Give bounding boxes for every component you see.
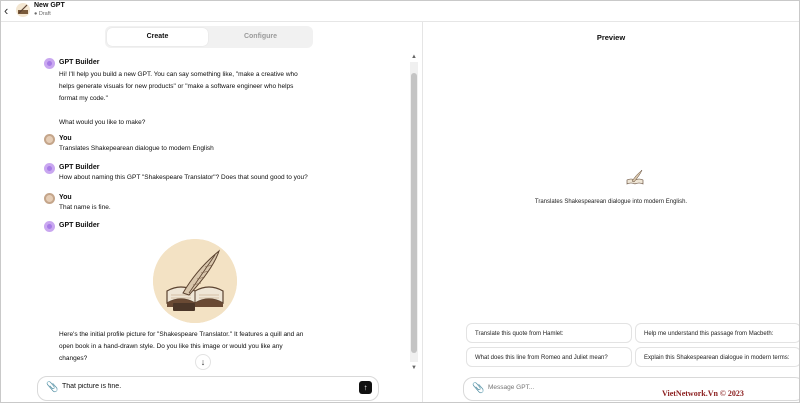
- tab-configure[interactable]: Configure: [210, 28, 311, 46]
- app-window: ‹ New GPT ● Draft Create Configure GPT B…: [0, 0, 800, 403]
- preview-title: Preview: [596, 33, 626, 42]
- attach-paperclip-icon[interactable]: 📎: [46, 382, 58, 393]
- builder-message-input[interactable]: [62, 383, 342, 390]
- gpt-builder-avatar: [44, 58, 55, 69]
- suggestion-card-3[interactable]: What does this line from Romeo and Julie…: [466, 347, 632, 367]
- message-author: GPT Builder: [59, 59, 100, 66]
- message-author: You: [59, 135, 72, 142]
- suggestion-card-2[interactable]: Help me understand this passage from Mac…: [635, 323, 799, 343]
- suggestion-card-1[interactable]: Translate this quote from Hamlet:: [466, 323, 632, 343]
- preview-message-box: 📎: [463, 377, 799, 401]
- gpt-builder-avatar: [44, 221, 55, 232]
- profile-picture-image: [153, 239, 237, 323]
- preview-pane: Preview Translates Shakespearean dialogu…: [423, 22, 799, 402]
- user-avatar: [44, 193, 55, 204]
- message-author: You: [59, 194, 72, 201]
- back-arrow-icon[interactable]: ‹: [4, 4, 14, 18]
- gpt-builder-avatar: [44, 163, 55, 174]
- draft-status-label: Draft: [38, 11, 51, 17]
- gpt-preview-logo: [625, 168, 645, 188]
- mode-tabs: Create Configure: [105, 26, 313, 48]
- send-arrow-icon[interactable]: ↑: [359, 381, 372, 394]
- builder-message-box: 📎 ↑: [37, 376, 379, 401]
- message-author: GPT Builder: [59, 164, 100, 171]
- user-avatar: [44, 134, 55, 145]
- tab-create[interactable]: Create: [107, 28, 208, 46]
- preview-description: Translates Shakespearean dialogue into m…: [534, 199, 688, 205]
- message-text: Translates Shakepearean dialogue to mode…: [59, 145, 214, 152]
- watermark-text: VietNetwork.Vn © 2023: [662, 389, 744, 398]
- message-text: How about naming this GPT "Shakespeare T…: [59, 174, 308, 181]
- draft-status: ● Draft: [34, 11, 51, 17]
- scroll-up-arrow-icon[interactable]: ▲: [410, 53, 418, 61]
- scroll-down-small-arrow-icon[interactable]: ▼: [410, 364, 418, 372]
- scrollbar-thumb[interactable]: [411, 73, 417, 353]
- attach-paperclip-icon[interactable]: 📎: [472, 383, 484, 394]
- message-text: Hi! I'll help you build a new GPT. You c…: [59, 71, 298, 126]
- suggestion-card-4[interactable]: Explain this Shakespearean dialogue in m…: [635, 347, 799, 367]
- builder-pane: Create Configure GPT Builder Hi! I'll he…: [1, 22, 421, 402]
- message-text: That name is fine.: [59, 204, 111, 211]
- scroll-down-arrow-icon[interactable]: ↓: [195, 354, 211, 370]
- gpt-avatar: [16, 3, 30, 17]
- quill-book-icon: [153, 239, 237, 323]
- gpt-title: New GPT: [34, 2, 65, 9]
- message-author: GPT Builder: [59, 222, 100, 229]
- top-bar: ‹ New GPT ● Draft: [1, 1, 799, 22]
